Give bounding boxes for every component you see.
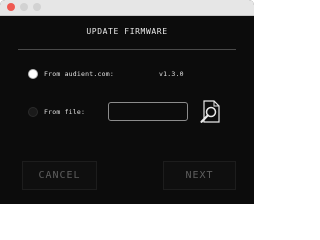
from-audient-label: From audient.com: bbox=[44, 70, 114, 78]
dialog-header: UPDATE FIRMWARE bbox=[18, 16, 236, 50]
from-file-label: From file: bbox=[44, 108, 86, 116]
radio-from-audient[interactable] bbox=[29, 70, 37, 78]
radio-from-file[interactable] bbox=[29, 108, 37, 116]
window-titlebar bbox=[0, 0, 254, 16]
firmware-version: v1.3.0 bbox=[159, 70, 184, 78]
window-zoom-button[interactable] bbox=[33, 3, 41, 11]
file-path-input[interactable] bbox=[108, 102, 188, 121]
firmware-update-window: UPDATE FIRMWARE From audient.com: v1.3.0… bbox=[0, 0, 254, 204]
window-close-button[interactable] bbox=[7, 3, 15, 11]
window-minimize-button[interactable] bbox=[20, 3, 28, 11]
cancel-button[interactable]: CANCEL bbox=[22, 161, 97, 190]
magnifier-document-icon bbox=[200, 100, 220, 123]
browse-file-button[interactable] bbox=[199, 100, 221, 124]
dialog-title: UPDATE FIRMWARE bbox=[86, 27, 168, 36]
next-button[interactable]: NEXT bbox=[163, 161, 236, 190]
